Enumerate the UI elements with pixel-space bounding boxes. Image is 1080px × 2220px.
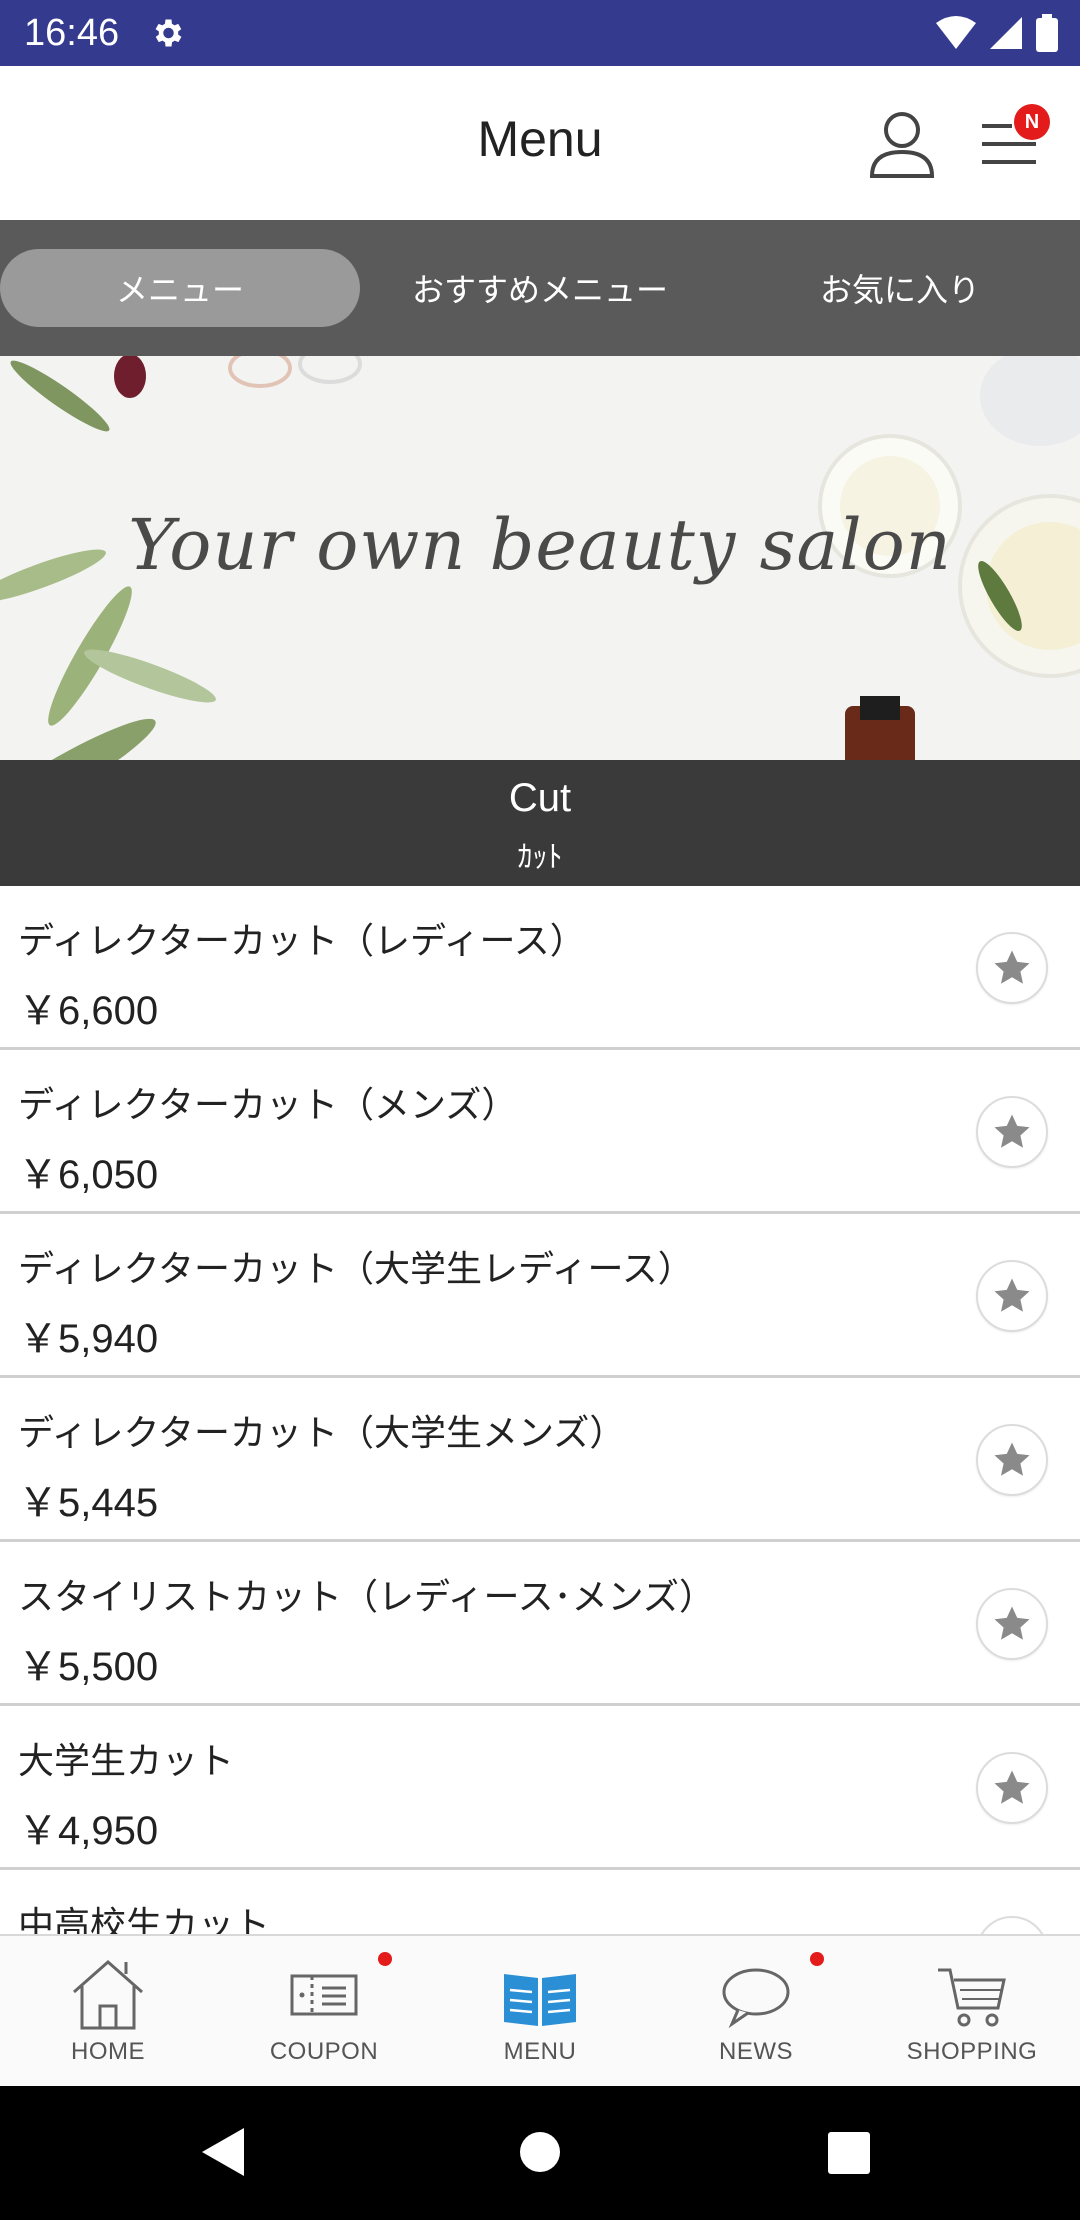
star-icon	[994, 1442, 1030, 1476]
notification-dot	[378, 1952, 392, 1966]
item-price: ￥4,950	[18, 1809, 159, 1853]
item-price: ￥5,940	[18, 1317, 159, 1361]
nav-news[interactable]: NEWS	[648, 1936, 864, 2086]
star-icon	[994, 1770, 1030, 1804]
nav-label: MENU	[503, 2038, 577, 2065]
home-icon	[73, 1959, 143, 2030]
favorite-button[interactable]	[976, 1752, 1048, 1824]
status-icons	[936, 14, 1058, 52]
banner-tagline: Your own beauty salon	[128, 504, 952, 586]
back-icon[interactable]	[200, 2126, 246, 2178]
coupon-icon	[290, 1974, 358, 2016]
star-icon	[994, 1114, 1030, 1148]
tab-recommended[interactable]: おすすめメニュー	[360, 249, 720, 327]
item-name: スタイリストカット（レディース･メンズ）	[18, 1577, 715, 1618]
home-button[interactable]	[520, 2132, 560, 2172]
list-item[interactable]: 中高校生カット	[0, 1870, 1080, 1934]
nav-label: NEWS	[719, 2038, 793, 2065]
tab-menu[interactable]: メニュー	[0, 249, 360, 327]
nav-home[interactable]: HOME	[0, 1936, 216, 2086]
nav-coupon[interactable]: COUPON	[216, 1936, 432, 2086]
salon-banner-image: Your own beauty salon	[0, 356, 1080, 760]
nav-label: SHOPPING	[906, 2038, 1038, 2065]
list-item[interactable]: ディレクターカット（大学生レディース） ￥5,940	[0, 1214, 1080, 1378]
battery-icon	[1036, 14, 1058, 52]
notification-badge: N	[1014, 104, 1050, 140]
wifi-icon	[936, 16, 976, 49]
cart-icon	[938, 1968, 1006, 2027]
app-header: Menu N	[0, 66, 1080, 220]
list-item[interactable]: ディレクターカット（メンズ） ￥6,050	[0, 1050, 1080, 1214]
notification-dot	[810, 1952, 824, 1966]
news-bubble-icon	[722, 1968, 790, 2029]
nav-label: COUPON	[269, 2038, 379, 2065]
item-price: ￥5,500	[18, 1645, 159, 1689]
favorite-button[interactable]	[976, 1260, 1048, 1332]
menu-book-icon	[504, 1974, 576, 2026]
category-title-en: Cut	[508, 776, 572, 820]
favorite-button[interactable]	[976, 1588, 1048, 1660]
category-header: Cut ｶｯﾄ	[0, 760, 1080, 886]
item-name: 中高校生カット	[18, 1905, 271, 1934]
category-title-jp: ｶｯﾄ	[517, 840, 563, 875]
item-name: ディレクターカット（大学生メンズ）	[18, 1413, 626, 1454]
menu-list: ディレクターカット（レディース） ￥6,600 ディレクターカット（メンズ） ￥…	[0, 886, 1080, 1934]
item-name: ディレクターカット（メンズ）	[18, 1085, 518, 1126]
item-name: ディレクターカット（大学生レディース）	[18, 1249, 694, 1290]
recent-apps-button[interactable]	[828, 2132, 870, 2174]
star-icon	[994, 950, 1030, 984]
bottom-navigation: HOME COUPON MENU NEWS SHOPPING	[0, 1934, 1080, 2086]
list-item[interactable]: ディレクターカット（レディース） ￥6,600	[0, 886, 1080, 1050]
item-price: ￥5,445	[18, 1481, 159, 1525]
item-price: ￥6,050	[18, 1153, 159, 1197]
settings-gear-icon	[155, 19, 182, 47]
favorite-button[interactable]	[976, 1096, 1048, 1168]
nav-shopping[interactable]: SHOPPING	[864, 1936, 1080, 2086]
list-item[interactable]: 大学生カット ￥4,950	[0, 1706, 1080, 1870]
tab-favorites[interactable]: お気に入り	[720, 249, 1080, 327]
star-icon	[994, 1606, 1030, 1640]
tab-bar: メニュー おすすめメニュー お気に入り	[0, 220, 1080, 356]
account-icon[interactable]	[866, 108, 938, 180]
signal-icon	[990, 17, 1022, 49]
status-time: 16:46	[24, 11, 120, 54]
status-bar: 16:46	[0, 0, 1080, 66]
nav-menu[interactable]: MENU	[432, 1936, 648, 2086]
item-name: 大学生カット	[18, 1741, 235, 1782]
item-price: ￥6,600	[18, 989, 159, 1033]
favorite-button[interactable]	[976, 1916, 1048, 1934]
nav-label: HOME	[71, 2038, 145, 2065]
favorite-button[interactable]	[976, 932, 1048, 1004]
item-name: ディレクターカット（レディース）	[18, 921, 586, 962]
favorite-button[interactable]	[976, 1424, 1048, 1496]
list-item[interactable]: ディレクターカット（大学生メンズ） ￥5,445	[0, 1378, 1080, 1542]
list-item[interactable]: スタイリストカット（レディース･メンズ） ￥5,500	[0, 1542, 1080, 1706]
star-icon	[994, 1278, 1030, 1312]
system-navigation-bar	[0, 2086, 1080, 2220]
